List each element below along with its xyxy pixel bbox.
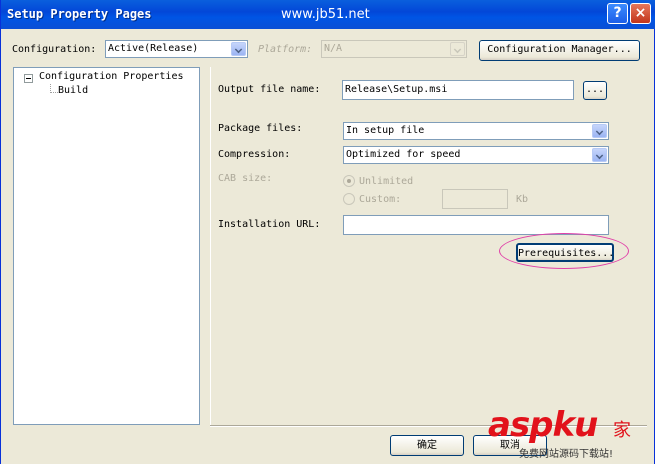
custom-size-input xyxy=(442,189,508,209)
kb-label: Kb xyxy=(516,194,529,205)
package-files-label: Package files: xyxy=(218,123,303,134)
watermark-url: www.jb51.net xyxy=(281,7,370,22)
configuration-label: Configuration: xyxy=(12,44,97,55)
tree-item-build[interactable]: Build xyxy=(58,85,88,96)
custom-label: Custom: xyxy=(359,194,402,205)
collapse-icon[interactable] xyxy=(24,74,33,83)
browse-button[interactable]: ... xyxy=(583,81,607,100)
chevron-down-icon[interactable] xyxy=(231,42,246,56)
help-button[interactable]: ? xyxy=(607,3,628,24)
highlight-circle xyxy=(499,233,629,269)
package-files-combo[interactable]: In setup file xyxy=(343,122,609,140)
ok-button[interactable]: 确定 xyxy=(390,435,464,456)
chevron-down-icon[interactable] xyxy=(592,124,607,138)
platform-label: Platform: xyxy=(258,44,313,55)
panel-divider xyxy=(210,67,212,425)
output-file-input[interactable]: Release\Setup.msi xyxy=(342,80,574,100)
window-title: Setup Property Pages xyxy=(7,7,152,21)
setup-property-pages-dialog: Setup Property Pages www.jb51.net ? × Co… xyxy=(0,0,655,464)
compression-label: Compression: xyxy=(218,149,291,160)
output-file-label: Output file name: xyxy=(218,84,321,95)
platform-combo: N/A xyxy=(321,40,467,58)
tree-item-configuration-properties[interactable]: Configuration Properties xyxy=(39,71,184,82)
configuration-manager-button[interactable]: Configuration Manager... xyxy=(479,40,640,61)
cab-size-label: CAB size: xyxy=(218,173,273,184)
platform-value: N/A xyxy=(324,43,343,54)
configuration-combo[interactable]: Active(Release) xyxy=(105,40,248,58)
package-files-value: In setup file xyxy=(346,125,425,136)
chevron-down-icon xyxy=(450,42,465,56)
aspku-logo-suffix: 家 xyxy=(613,420,631,441)
custom-radio xyxy=(343,193,355,205)
aspku-logo-subtext: 免费网站源码下载站! xyxy=(519,449,614,460)
tree-line xyxy=(50,92,58,93)
configuration-tree: Configuration Properties Build xyxy=(13,67,200,425)
close-button[interactable]: × xyxy=(630,3,651,24)
installation-url-label: Installation URL: xyxy=(218,219,321,230)
unlimited-radio xyxy=(343,175,355,187)
compression-combo[interactable]: Optimized for speed xyxy=(343,146,609,164)
title-bar[interactable]: Setup Property Pages www.jb51.net ? × xyxy=(1,0,655,29)
unlimited-label: Unlimited xyxy=(359,176,414,187)
aspku-logo: aspku xyxy=(488,405,598,445)
installation-url-input[interactable] xyxy=(343,215,609,235)
compression-value: Optimized for speed xyxy=(346,149,461,160)
configuration-value: Active(Release) xyxy=(108,43,199,54)
chevron-down-icon[interactable] xyxy=(592,148,607,162)
